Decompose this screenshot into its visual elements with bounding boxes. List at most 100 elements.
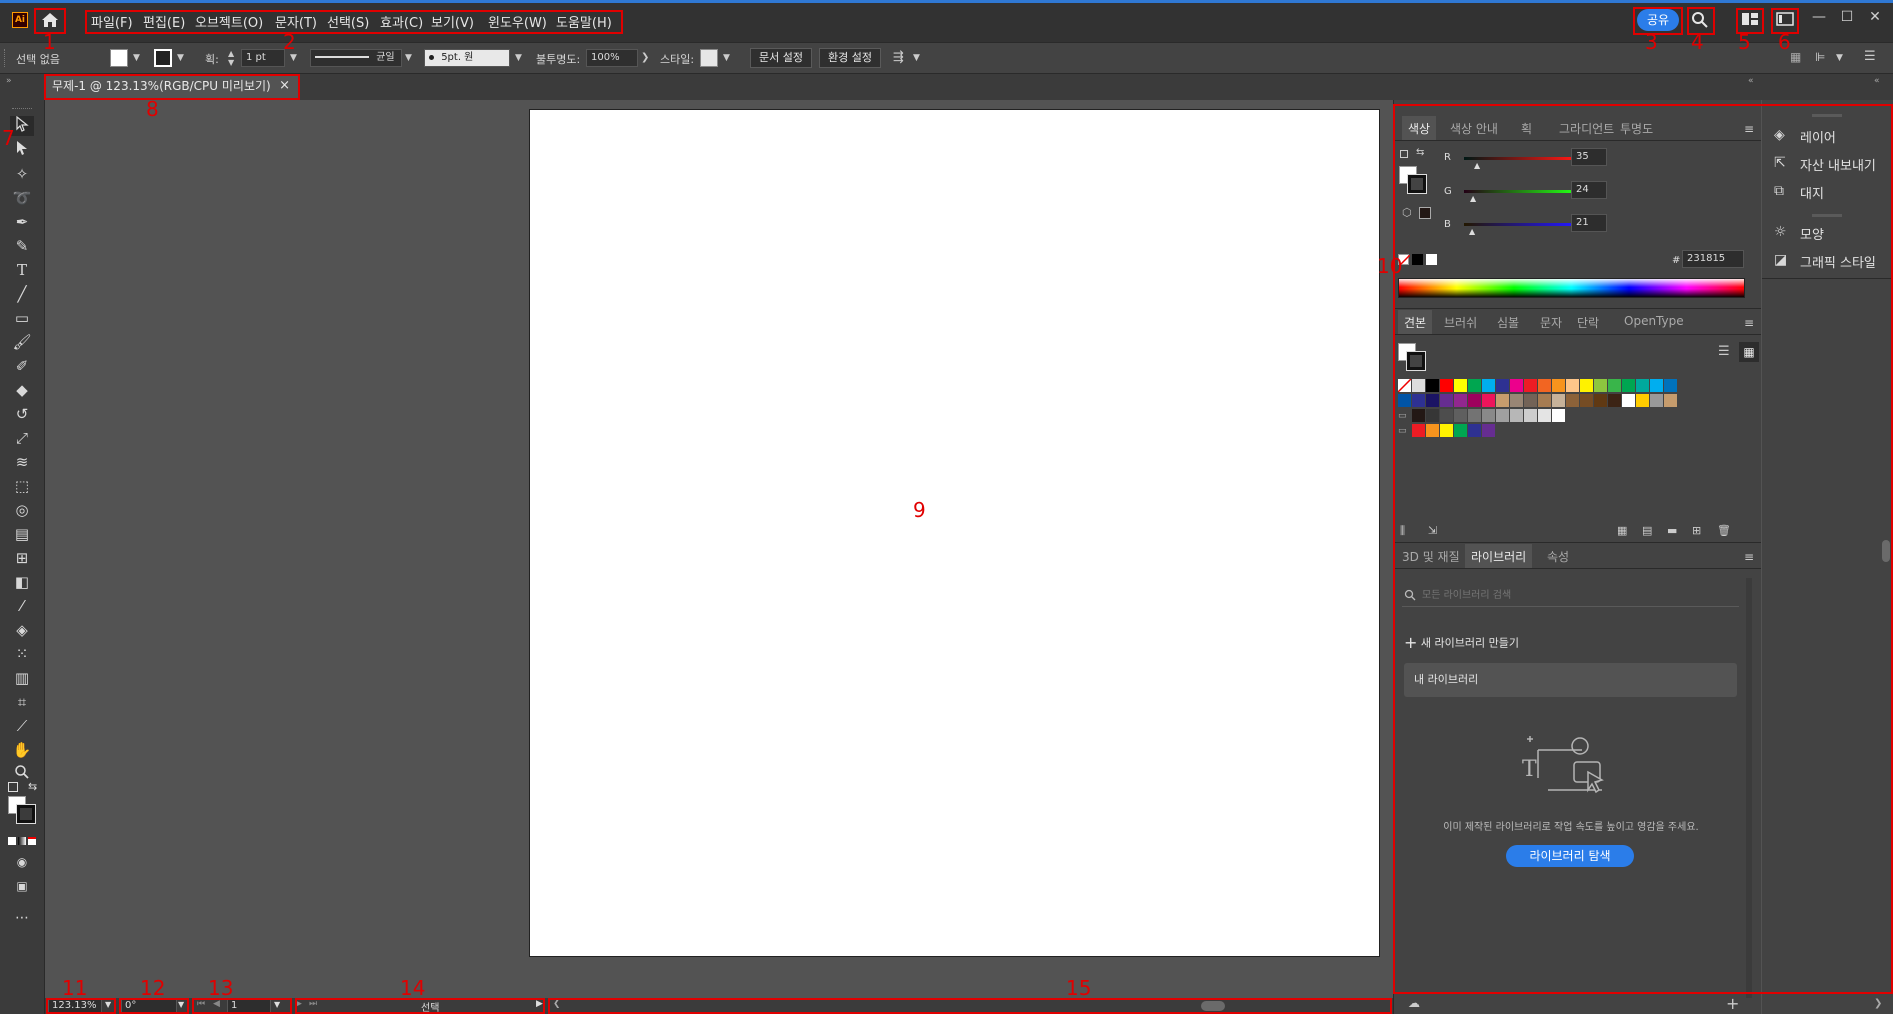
color-swatch[interactable] bbox=[1412, 409, 1425, 422]
expand-panels-icon[interactable]: ❯ bbox=[1874, 998, 1882, 1009]
graphic-styles-panel-button[interactable]: 그래픽 스타일 bbox=[1800, 252, 1876, 271]
panel-tab[interactable]: 견본 bbox=[1398, 310, 1433, 335]
add-library-icon[interactable]: + bbox=[1726, 994, 1739, 1013]
drawing-mode-icon[interactable]: ◉ bbox=[10, 852, 34, 872]
slice-tool-icon[interactable]: ⟋ bbox=[10, 716, 34, 736]
lasso-tool-icon[interactable]: ➰ bbox=[10, 188, 34, 208]
collapse-toolbar-icon[interactable]: » bbox=[6, 76, 12, 86]
color-swatch[interactable] bbox=[1426, 394, 1439, 407]
chevron-down-icon[interactable]: ▼ bbox=[133, 53, 140, 63]
screen-mode-icon[interactable]: ▣ bbox=[10, 876, 34, 896]
artboard-tool-icon[interactable]: ⌗ bbox=[10, 692, 34, 712]
panel-menu-icon[interactable]: ≡ bbox=[1744, 550, 1754, 564]
eyedropper-tool-icon[interactable]: ⁄ bbox=[10, 596, 34, 616]
color-swatch[interactable] bbox=[1580, 379, 1593, 392]
document-setup-button[interactable]: 문서 설정 bbox=[750, 48, 812, 68]
color-swatch[interactable] bbox=[1580, 394, 1593, 407]
panel-tab[interactable]: 투명도 bbox=[1620, 120, 1653, 137]
panel-tab[interactable]: 문자 bbox=[1540, 314, 1562, 331]
explore-libraries-button[interactable]: 라이브러리 탐색 bbox=[1506, 845, 1634, 867]
chevron-down-icon[interactable]: ▼ bbox=[1836, 53, 1843, 63]
pen-tool-icon[interactable]: ✒ bbox=[10, 212, 34, 232]
chevron-right-icon[interactable]: ❯ bbox=[641, 52, 649, 63]
panel-tab[interactable]: 라이브러리 bbox=[1465, 544, 1533, 569]
workspace-switcher-button[interactable] bbox=[1741, 12, 1759, 26]
color-swatch[interactable] bbox=[1426, 409, 1439, 422]
color-swatch[interactable] bbox=[1468, 424, 1481, 437]
menu-item[interactable]: 보기(V) bbox=[431, 12, 474, 31]
color-swatch[interactable] bbox=[1398, 394, 1411, 407]
new-library-button[interactable]: + 새 라이브러리 만들기 bbox=[1404, 633, 1519, 652]
chevron-down-icon[interactable]: ▼ bbox=[178, 1000, 184, 1009]
color-swatch[interactable] bbox=[1566, 394, 1579, 407]
menu-item[interactable]: 파일(F) bbox=[91, 12, 133, 31]
hex-value-field[interactable]: 231815 bbox=[1682, 250, 1744, 268]
status-menu-icon[interactable]: ▶ bbox=[536, 999, 543, 1009]
black-swatch[interactable] bbox=[1412, 254, 1423, 265]
color-swatch[interactable] bbox=[1524, 394, 1537, 407]
minimize-button[interactable]: — bbox=[1808, 8, 1830, 26]
menu-item[interactable]: 도움말(H) bbox=[556, 12, 612, 31]
color-swatch[interactable] bbox=[1468, 409, 1481, 422]
color-swatch[interactable] bbox=[1482, 379, 1495, 392]
color-mode-icons[interactable] bbox=[8, 834, 38, 845]
grid-view-icon[interactable]: ▦ bbox=[1739, 342, 1759, 362]
swap-colors-icon[interactable]: ⇆ bbox=[28, 780, 37, 793]
color-swatch[interactable] bbox=[1454, 394, 1467, 407]
list-view-icon[interactable]: ☰ bbox=[1718, 344, 1730, 359]
color-swatch[interactable] bbox=[1510, 394, 1523, 407]
color-swatch[interactable] bbox=[1482, 394, 1495, 407]
chevron-down-icon[interactable]: ▼ bbox=[515, 53, 522, 63]
panel-tab[interactable]: 단락 bbox=[1577, 314, 1599, 331]
color-swatch[interactable] bbox=[1650, 394, 1663, 407]
b-slider-thumb[interactable]: ▲ bbox=[1469, 227, 1475, 236]
panel-tab[interactable]: 그라디언트 bbox=[1559, 120, 1614, 137]
first-artboard-icon[interactable]: ⏮ bbox=[197, 999, 205, 1009]
artboards-panel-button[interactable]: 대지 bbox=[1800, 183, 1824, 202]
line-tool-icon[interactable]: ╱ bbox=[10, 284, 34, 304]
g-value-field[interactable]: 24 bbox=[1571, 181, 1607, 199]
width-tool-icon[interactable]: ≋ bbox=[10, 452, 34, 472]
r-value-field[interactable]: 35 bbox=[1571, 148, 1607, 166]
swatch-options-icon[interactable]: ▤ bbox=[1642, 524, 1652, 537]
curvature-tool-icon[interactable]: ✎ bbox=[10, 236, 34, 256]
control-menu-icon[interactable]: ☰ bbox=[1864, 50, 1878, 64]
color-swatch[interactable] bbox=[1524, 409, 1537, 422]
color-swatch[interactable] bbox=[1454, 424, 1467, 437]
color-swatch[interactable] bbox=[1468, 379, 1481, 392]
color-swatch[interactable] bbox=[1538, 379, 1551, 392]
menu-item[interactable]: 윈도우(W) bbox=[488, 12, 547, 31]
artboard-number-field[interactable]: 1 bbox=[227, 999, 271, 1013]
next-artboard-icon[interactable]: ▶ bbox=[295, 999, 302, 1009]
color-swatch[interactable] bbox=[1538, 394, 1551, 407]
rotate-tool-icon[interactable]: ↺ bbox=[10, 404, 34, 424]
library-search-field[interactable] bbox=[1402, 584, 1739, 607]
scale-tool-icon[interactable]: ⤢ bbox=[10, 428, 34, 448]
color-swatch[interactable] bbox=[1664, 394, 1677, 407]
default-fill-stroke-icon[interactable] bbox=[1400, 150, 1408, 158]
menu-item[interactable]: 효과(C) bbox=[380, 12, 423, 31]
panel-tab[interactable]: 심볼 bbox=[1497, 314, 1519, 331]
color-swatch[interactable] bbox=[1426, 379, 1439, 392]
panel-tab[interactable]: 색상 안내 bbox=[1450, 120, 1498, 137]
color-swatch[interactable] bbox=[1622, 394, 1635, 407]
color-swatch[interactable] bbox=[1664, 379, 1677, 392]
preferences-button[interactable]: 환경 설정 bbox=[819, 48, 881, 68]
paintbrush-tool-icon[interactable]: 🖌 bbox=[10, 332, 34, 352]
panel-menu-icon[interactable]: ≡ bbox=[1744, 316, 1754, 330]
graph-tool-icon[interactable]: ▥ bbox=[10, 668, 34, 688]
chevron-down-icon[interactable]: ▼ bbox=[405, 53, 412, 63]
color-swatch[interactable] bbox=[1594, 394, 1607, 407]
color-swatch[interactable] bbox=[1496, 394, 1509, 407]
color-swatch[interactable] bbox=[1608, 394, 1621, 407]
color-swatch[interactable] bbox=[1412, 379, 1425, 392]
white-swatch[interactable] bbox=[1426, 254, 1437, 265]
color-swatch[interactable] bbox=[1636, 394, 1649, 407]
shape-builder-tool-icon[interactable]: ◎ bbox=[10, 500, 34, 520]
align-icon[interactable]: ⊫ bbox=[1815, 50, 1829, 64]
color-swatch[interactable] bbox=[1510, 409, 1523, 422]
panel-tab[interactable]: 획 bbox=[1521, 120, 1532, 137]
color-swatch[interactable] bbox=[1454, 379, 1467, 392]
panel-menu-icon[interactable]: ≡ bbox=[1744, 122, 1754, 136]
horizontal-scrollbar-thumb[interactable] bbox=[1201, 1001, 1225, 1011]
